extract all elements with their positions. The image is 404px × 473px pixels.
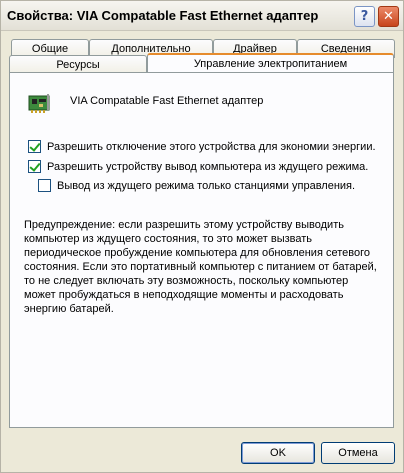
- tab-power-management[interactable]: Управление электропитанием: [147, 53, 394, 73]
- properties-dialog: Свойства: VIA Compatable Fast Ethernet а…: [0, 0, 404, 473]
- network-card-icon: [28, 94, 50, 113]
- wake-management-only-option[interactable]: Вывод из ждущего режима только станциями…: [38, 179, 355, 192]
- title-bar[interactable]: Свойства: VIA Compatable Fast Ethernet а…: [1, 1, 403, 31]
- warning-line: может пробуждаться в неподходящие момент…: [24, 289, 344, 301]
- cancel-button[interactable]: Отмена: [321, 442, 395, 464]
- allow-wake-label: Разрешить устройству вывод компьютера из…: [47, 160, 369, 173]
- ok-button[interactable]: OK: [241, 442, 315, 464]
- wake-management-only-checkbox[interactable]: [38, 179, 51, 192]
- close-button[interactable]: ✕: [378, 6, 399, 27]
- allow-power-off-label: Разрешить отключение этого устройства дл…: [47, 140, 376, 153]
- warning-line: энергию батарей.: [24, 303, 114, 315]
- close-icon: ✕: [383, 9, 394, 24]
- allow-power-off-checkbox[interactable]: [28, 140, 41, 153]
- warning-line: Предупреждение: если разрешить этому уст…: [24, 219, 344, 231]
- allow-power-off-option[interactable]: Разрешить отключение этого устройства дл…: [28, 140, 376, 153]
- warning-line: то не следует включать эту возможность, …: [24, 275, 349, 287]
- device-name: VIA Compatable Fast Ethernet адаптер: [70, 95, 264, 107]
- help-icon: ?: [360, 9, 369, 24]
- allow-wake-option[interactable]: Разрешить устройству вывод компьютера из…: [28, 160, 368, 173]
- power-management-panel: VIA Compatable Fast Ethernet адаптер Раз…: [9, 72, 394, 428]
- warning-line: компьютер из ждущего состояния, то это м…: [24, 233, 313, 245]
- wake-management-only-label: Вывод из ждущего режима только станциями…: [57, 179, 356, 192]
- allow-wake-checkbox[interactable]: [28, 160, 41, 173]
- warning-line: периодическое пробуждение компьютера для…: [24, 247, 370, 259]
- help-button[interactable]: ?: [354, 6, 375, 27]
- window-title: Свойства: VIA Compatable Fast Ethernet а…: [7, 8, 319, 23]
- warning-line: состояния. Если это портативный компьюте…: [24, 261, 377, 273]
- warning-text: Предупреждение: если разрешить этому уст…: [24, 218, 380, 316]
